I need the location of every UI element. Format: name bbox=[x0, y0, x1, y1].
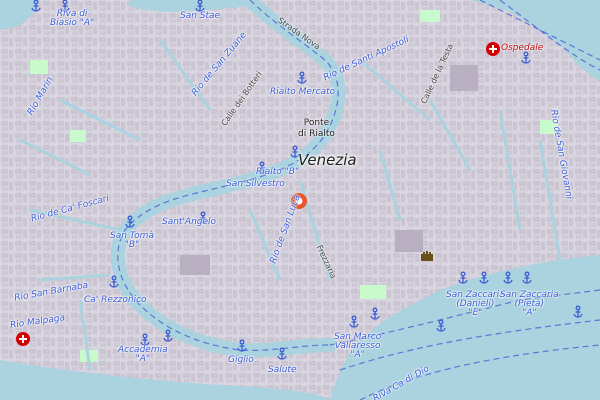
ferry-stop-label[interactable]: Sant'Angelo bbox=[162, 218, 216, 227]
ferry-stop-label[interactable]: Rialto Mercato bbox=[270, 88, 335, 97]
ferry-stop-label[interactable]: Rialto "B" bbox=[256, 168, 299, 177]
ferry-stop-label[interactable]: Accademia "A" bbox=[118, 346, 168, 364]
anchor-icon[interactable] bbox=[297, 71, 307, 84]
ferry-stop-label[interactable]: San Marco Vallaresso "A" bbox=[334, 333, 381, 360]
ferry-stop-label[interactable]: San Zaccaria (Pietà) "A" bbox=[500, 291, 559, 318]
ferry-stop-label[interactable]: Ca' Rezzonico bbox=[84, 296, 147, 305]
anchor-icon[interactable] bbox=[109, 275, 119, 288]
anchor-icon[interactable] bbox=[195, 0, 205, 12]
map-view[interactable]: Venezia Ponte di Rialto Ospedale Strada … bbox=[0, 0, 600, 400]
ferry-stop-label[interactable]: Giglio bbox=[228, 356, 254, 365]
ferry-stop-label[interactable]: San Stae bbox=[180, 12, 220, 21]
anchor-icon[interactable] bbox=[349, 315, 359, 328]
anchor-icon[interactable] bbox=[163, 329, 173, 342]
poi-rialto-bridge[interactable]: Ponte di Rialto bbox=[298, 118, 335, 140]
anchor-icon[interactable] bbox=[479, 271, 489, 284]
hospital-label[interactable]: Ospedale bbox=[501, 43, 543, 53]
anchor-icon[interactable] bbox=[237, 339, 247, 352]
anchor-icon[interactable] bbox=[31, 0, 41, 12]
anchor-icon[interactable] bbox=[436, 319, 446, 332]
ferry-stop-label[interactable]: San Tomà "B" bbox=[110, 232, 154, 250]
place-label-venezia: Venezia bbox=[298, 151, 357, 169]
anchor-icon[interactable] bbox=[521, 51, 531, 64]
anchor-icon[interactable] bbox=[458, 271, 468, 284]
ferry-stop-label[interactable]: Salute bbox=[268, 366, 297, 375]
anchor-icon[interactable] bbox=[277, 347, 287, 360]
ferry-stop-label[interactable]: San Zaccaria (Danieli) "E" bbox=[446, 291, 505, 318]
anchor-icon[interactable] bbox=[140, 333, 150, 346]
anchor-icon[interactable] bbox=[503, 271, 513, 284]
anchor-icon[interactable] bbox=[522, 271, 532, 284]
anchor-icon[interactable] bbox=[573, 305, 583, 318]
anchor-icon[interactable] bbox=[125, 215, 135, 228]
ferry-stop-label[interactable]: San Silvestro bbox=[226, 180, 285, 189]
anchor-icon[interactable] bbox=[370, 307, 380, 320]
ferry-stop-label[interactable]: Riva di Biasio "A" bbox=[50, 10, 94, 28]
